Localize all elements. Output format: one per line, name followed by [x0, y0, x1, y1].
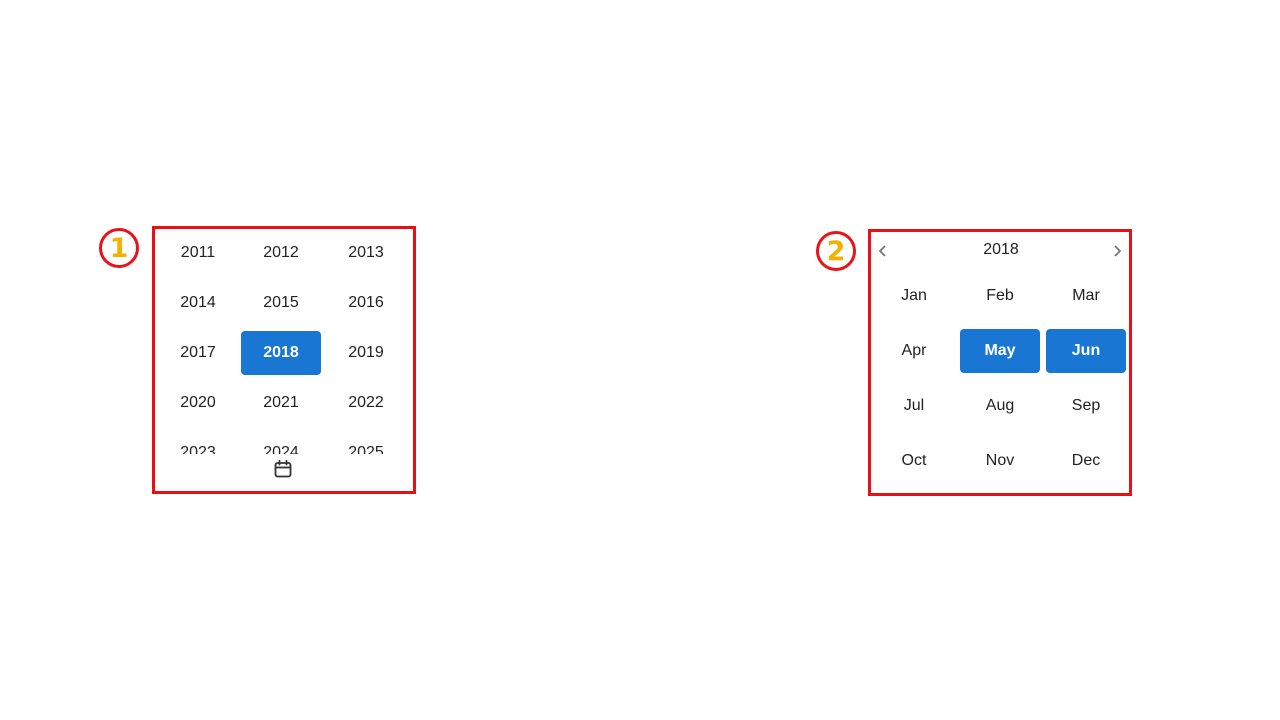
chevron-right-icon[interactable]	[1105, 238, 1129, 264]
callout-marker-1: 1	[99, 228, 139, 268]
year-cell[interactable]: 2023	[158, 431, 238, 454]
year-scroll-area[interactable]: 2011 2012 2013 2014 2015 2016 2017 2018 …	[155, 229, 413, 454]
month-picker: 2018 Jan Feb Mar Apr May Jun Jul Aug Sep…	[868, 229, 1132, 496]
month-cell-selected[interactable]: May	[960, 329, 1040, 373]
year-cell[interactable]: 2024	[241, 431, 321, 454]
year-cell[interactable]: 2016	[326, 281, 406, 325]
month-picker-year[interactable]: 2018	[951, 241, 1051, 259]
year-cell[interactable]: 2019	[326, 331, 406, 375]
month-cell[interactable]: Oct	[874, 439, 954, 483]
month-cell[interactable]: Sep	[1046, 384, 1126, 428]
month-cell[interactable]: Jan	[874, 274, 954, 318]
month-cell-selected[interactable]: Jun	[1046, 329, 1126, 373]
month-cell[interactable]: Feb	[960, 274, 1040, 318]
year-cell[interactable]: 2013	[326, 231, 406, 275]
year-cell-selected[interactable]: 2018	[241, 331, 321, 375]
calendar-icon[interactable]	[273, 459, 293, 479]
callout-marker-2: 2	[816, 231, 856, 271]
chevron-left-icon[interactable]	[871, 238, 895, 264]
year-cell[interactable]: 2021	[241, 381, 321, 425]
year-cell[interactable]: 2025	[326, 431, 406, 454]
month-cell[interactable]: Nov	[960, 439, 1040, 483]
year-cell[interactable]: 2011	[158, 231, 238, 275]
month-cell[interactable]: Apr	[874, 329, 954, 373]
year-cell[interactable]: 2014	[158, 281, 238, 325]
year-cell[interactable]: 2022	[326, 381, 406, 425]
month-cell[interactable]: Mar	[1046, 274, 1126, 318]
year-cell[interactable]: 2020	[158, 381, 238, 425]
month-cell[interactable]: Dec	[1046, 439, 1126, 483]
month-cell[interactable]: Aug	[960, 384, 1040, 428]
year-cell[interactable]: 2012	[241, 231, 321, 275]
month-cell[interactable]: Jul	[874, 384, 954, 428]
year-picker: 2011 2012 2013 2014 2015 2016 2017 2018 …	[152, 226, 416, 494]
year-cell[interactable]: 2017	[158, 331, 238, 375]
year-cell[interactable]: 2015	[241, 281, 321, 325]
